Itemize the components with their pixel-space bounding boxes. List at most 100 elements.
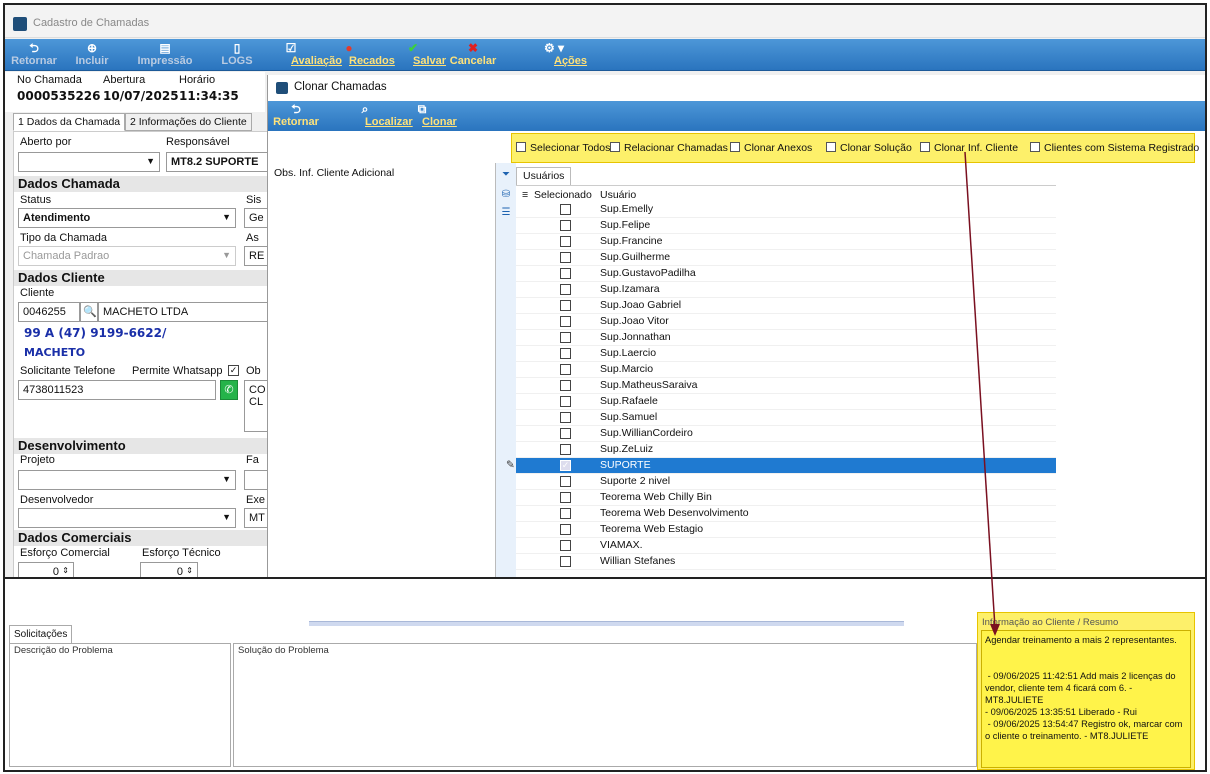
avaliacao-button[interactable]: ☑ Avaliação xyxy=(263,41,342,69)
user-row[interactable]: Sup.WillianCordeiro xyxy=(516,426,1056,442)
database-icon[interactable]: ⛁ xyxy=(500,189,512,201)
checkbox[interactable] xyxy=(610,142,620,152)
responsavel-select[interactable]: MT8.2 SUPORTE xyxy=(166,152,267,172)
info-text[interactable]: Agendar treinamento a mais 2 representan… xyxy=(981,630,1191,768)
checkbox[interactable] xyxy=(920,142,930,152)
column-menu-icon[interactable]: ≡ xyxy=(522,189,528,201)
user-checkbox[interactable] xyxy=(560,316,571,327)
as-field[interactable]: RE xyxy=(244,246,267,266)
user-row[interactable]: Sup.Marcio xyxy=(516,362,1056,378)
user-checkbox[interactable] xyxy=(560,284,571,295)
exe-field[interactable]: MT xyxy=(244,508,267,528)
tab-solicitacoes[interactable]: Solicitações xyxy=(9,625,73,643)
clonar-button[interactable]: ⧉ Clonar xyxy=(402,102,457,130)
user-row[interactable]: Sup.Felipe xyxy=(516,218,1056,234)
user-checkbox[interactable] xyxy=(560,556,571,567)
user-checkbox[interactable] xyxy=(560,220,571,231)
user-row[interactable]: Sup.Francine xyxy=(516,234,1056,250)
user-row[interactable]: Willian Stefanes xyxy=(516,554,1056,570)
user-checkbox[interactable] xyxy=(560,332,571,343)
cliente-name-input[interactable]: MACHETO LTDA xyxy=(98,302,267,322)
user-checkbox[interactable] xyxy=(560,444,571,455)
list-icon[interactable]: ☰ xyxy=(500,207,512,219)
user-row[interactable]: Sup.GustavoPadilha xyxy=(516,266,1056,282)
user-row[interactable]: Suporte 2 nivel xyxy=(516,474,1056,490)
impressao-button[interactable]: ▤ Impressão xyxy=(125,41,205,69)
user-row[interactable]: Sup.Laercio xyxy=(516,346,1056,362)
search-icon[interactable]: 🔍 xyxy=(80,302,98,322)
retornar-button[interactable]: ⮌ Retornar xyxy=(9,41,59,69)
observacao-field[interactable]: CO CL xyxy=(244,380,267,432)
user-row[interactable]: Teorema Web Estagio xyxy=(516,522,1056,538)
user-checkbox[interactable] xyxy=(560,540,571,551)
solucao-problema-panel[interactable]: Solução do Problema xyxy=(233,643,977,767)
user-checkbox[interactable] xyxy=(560,476,571,487)
option-clonar-anexos[interactable]: Clonar Anexos xyxy=(730,142,812,154)
descricao-problema-panel[interactable]: Descrição do Problema xyxy=(9,643,231,767)
fa-field[interactable] xyxy=(244,470,267,490)
user-checkbox[interactable] xyxy=(560,300,571,311)
user-row[interactable]: Sup.Guilherme xyxy=(516,250,1056,266)
splitter-handle[interactable] xyxy=(309,621,904,626)
user-row[interactable]: ✎ ✓ SUPORTE xyxy=(506,458,1056,474)
clone-retornar-button[interactable]: ⮌ Retornar xyxy=(270,102,322,130)
user-checkbox[interactable] xyxy=(560,380,571,391)
user-checkbox[interactable] xyxy=(560,524,571,535)
header-usuario[interactable]: Usuário xyxy=(600,189,636,201)
option-clonar-solucao[interactable]: Clonar Solução xyxy=(826,142,912,154)
user-checkbox[interactable] xyxy=(560,412,571,423)
user-checkbox[interactable] xyxy=(560,428,571,439)
checkbox[interactable] xyxy=(1030,142,1040,152)
user-checkbox[interactable] xyxy=(560,396,571,407)
user-checkbox[interactable] xyxy=(560,236,571,247)
user-row[interactable]: Teorema Web Chilly Bin xyxy=(516,490,1056,506)
checkbox[interactable] xyxy=(516,142,526,152)
tab-usuarios[interactable]: Usuários xyxy=(516,167,572,185)
aberto-por-select[interactable]: ▼ xyxy=(18,152,160,172)
cancelar-button[interactable]: ✖ Cancelar xyxy=(445,41,501,69)
user-row[interactable]: VIAMAX. xyxy=(516,538,1056,554)
filter-icon[interactable]: ⏷ xyxy=(500,169,512,181)
user-row[interactable]: Sup.ZeLuiz xyxy=(516,442,1056,458)
user-row[interactable]: Sup.Izamara xyxy=(516,282,1056,298)
user-row[interactable]: Sup.Joao Gabriel xyxy=(516,298,1056,314)
user-checkbox[interactable] xyxy=(560,252,571,263)
user-row[interactable]: Sup.Rafaele xyxy=(516,394,1056,410)
desenvolvedor-select[interactable]: ▼ xyxy=(18,508,236,528)
acoes-button[interactable]: ⚙ ▾ Ações xyxy=(523,41,587,69)
sis-field[interactable]: Ge xyxy=(244,208,267,228)
user-row[interactable]: Sup.Emelly xyxy=(516,202,1056,218)
whatsapp-checkbox[interactable]: ✓ xyxy=(228,365,239,376)
recados-button[interactable]: ● Recados xyxy=(323,41,394,69)
logs-button[interactable]: ▯ LOGS xyxy=(213,41,261,69)
esforco-tecnico-spinner[interactable]: 0 ⇕ xyxy=(140,562,198,577)
user-row[interactable]: Teorema Web Desenvolvimento xyxy=(516,506,1056,522)
salvar-button[interactable]: ✔ Salvar xyxy=(391,41,446,69)
status-select[interactable]: Atendimento ▼ xyxy=(18,208,236,228)
whatsapp-icon[interactable]: ✆ xyxy=(220,380,238,400)
user-checkbox[interactable] xyxy=(560,268,571,279)
option-clientes-sistema-registrado[interactable]: Clientes com Sistema Registrado xyxy=(1030,142,1199,154)
user-checkbox[interactable] xyxy=(560,492,571,503)
user-row[interactable]: Sup.Samuel xyxy=(516,410,1056,426)
projeto-select[interactable]: ▼ xyxy=(18,470,236,490)
checkbox[interactable] xyxy=(826,142,836,152)
user-checkbox[interactable] xyxy=(560,348,571,359)
checkbox[interactable] xyxy=(730,142,740,152)
user-checkbox[interactable] xyxy=(560,364,571,375)
option-selecionar-todos[interactable]: Selecionar Todos xyxy=(516,142,610,154)
tipo-select[interactable]: Chamada Padrao ▼ xyxy=(18,246,236,266)
esforco-comercial-spinner[interactable]: 0 ⇕ xyxy=(18,562,74,577)
incluir-button[interactable]: ⊕ Incluir xyxy=(67,41,117,69)
cliente-code-input[interactable]: 0046255 xyxy=(18,302,80,322)
user-checkbox[interactable]: ✓ xyxy=(560,460,571,471)
user-checkbox[interactable] xyxy=(560,204,571,215)
tab-dados-chamada[interactable]: 1 Dados da Chamada xyxy=(13,113,126,131)
user-row[interactable]: Sup.Jonnathan xyxy=(516,330,1056,346)
header-selecionado[interactable]: Selecionado xyxy=(534,189,592,201)
option-relacionar-chamadas[interactable]: Relacionar Chamadas xyxy=(610,142,728,154)
localizar-button[interactable]: ⌕ Localizar xyxy=(330,102,413,130)
user-row[interactable]: Sup.Joao Vitor xyxy=(516,314,1056,330)
user-row[interactable]: Sup.MatheusSaraiva xyxy=(516,378,1056,394)
user-checkbox[interactable] xyxy=(560,508,571,519)
